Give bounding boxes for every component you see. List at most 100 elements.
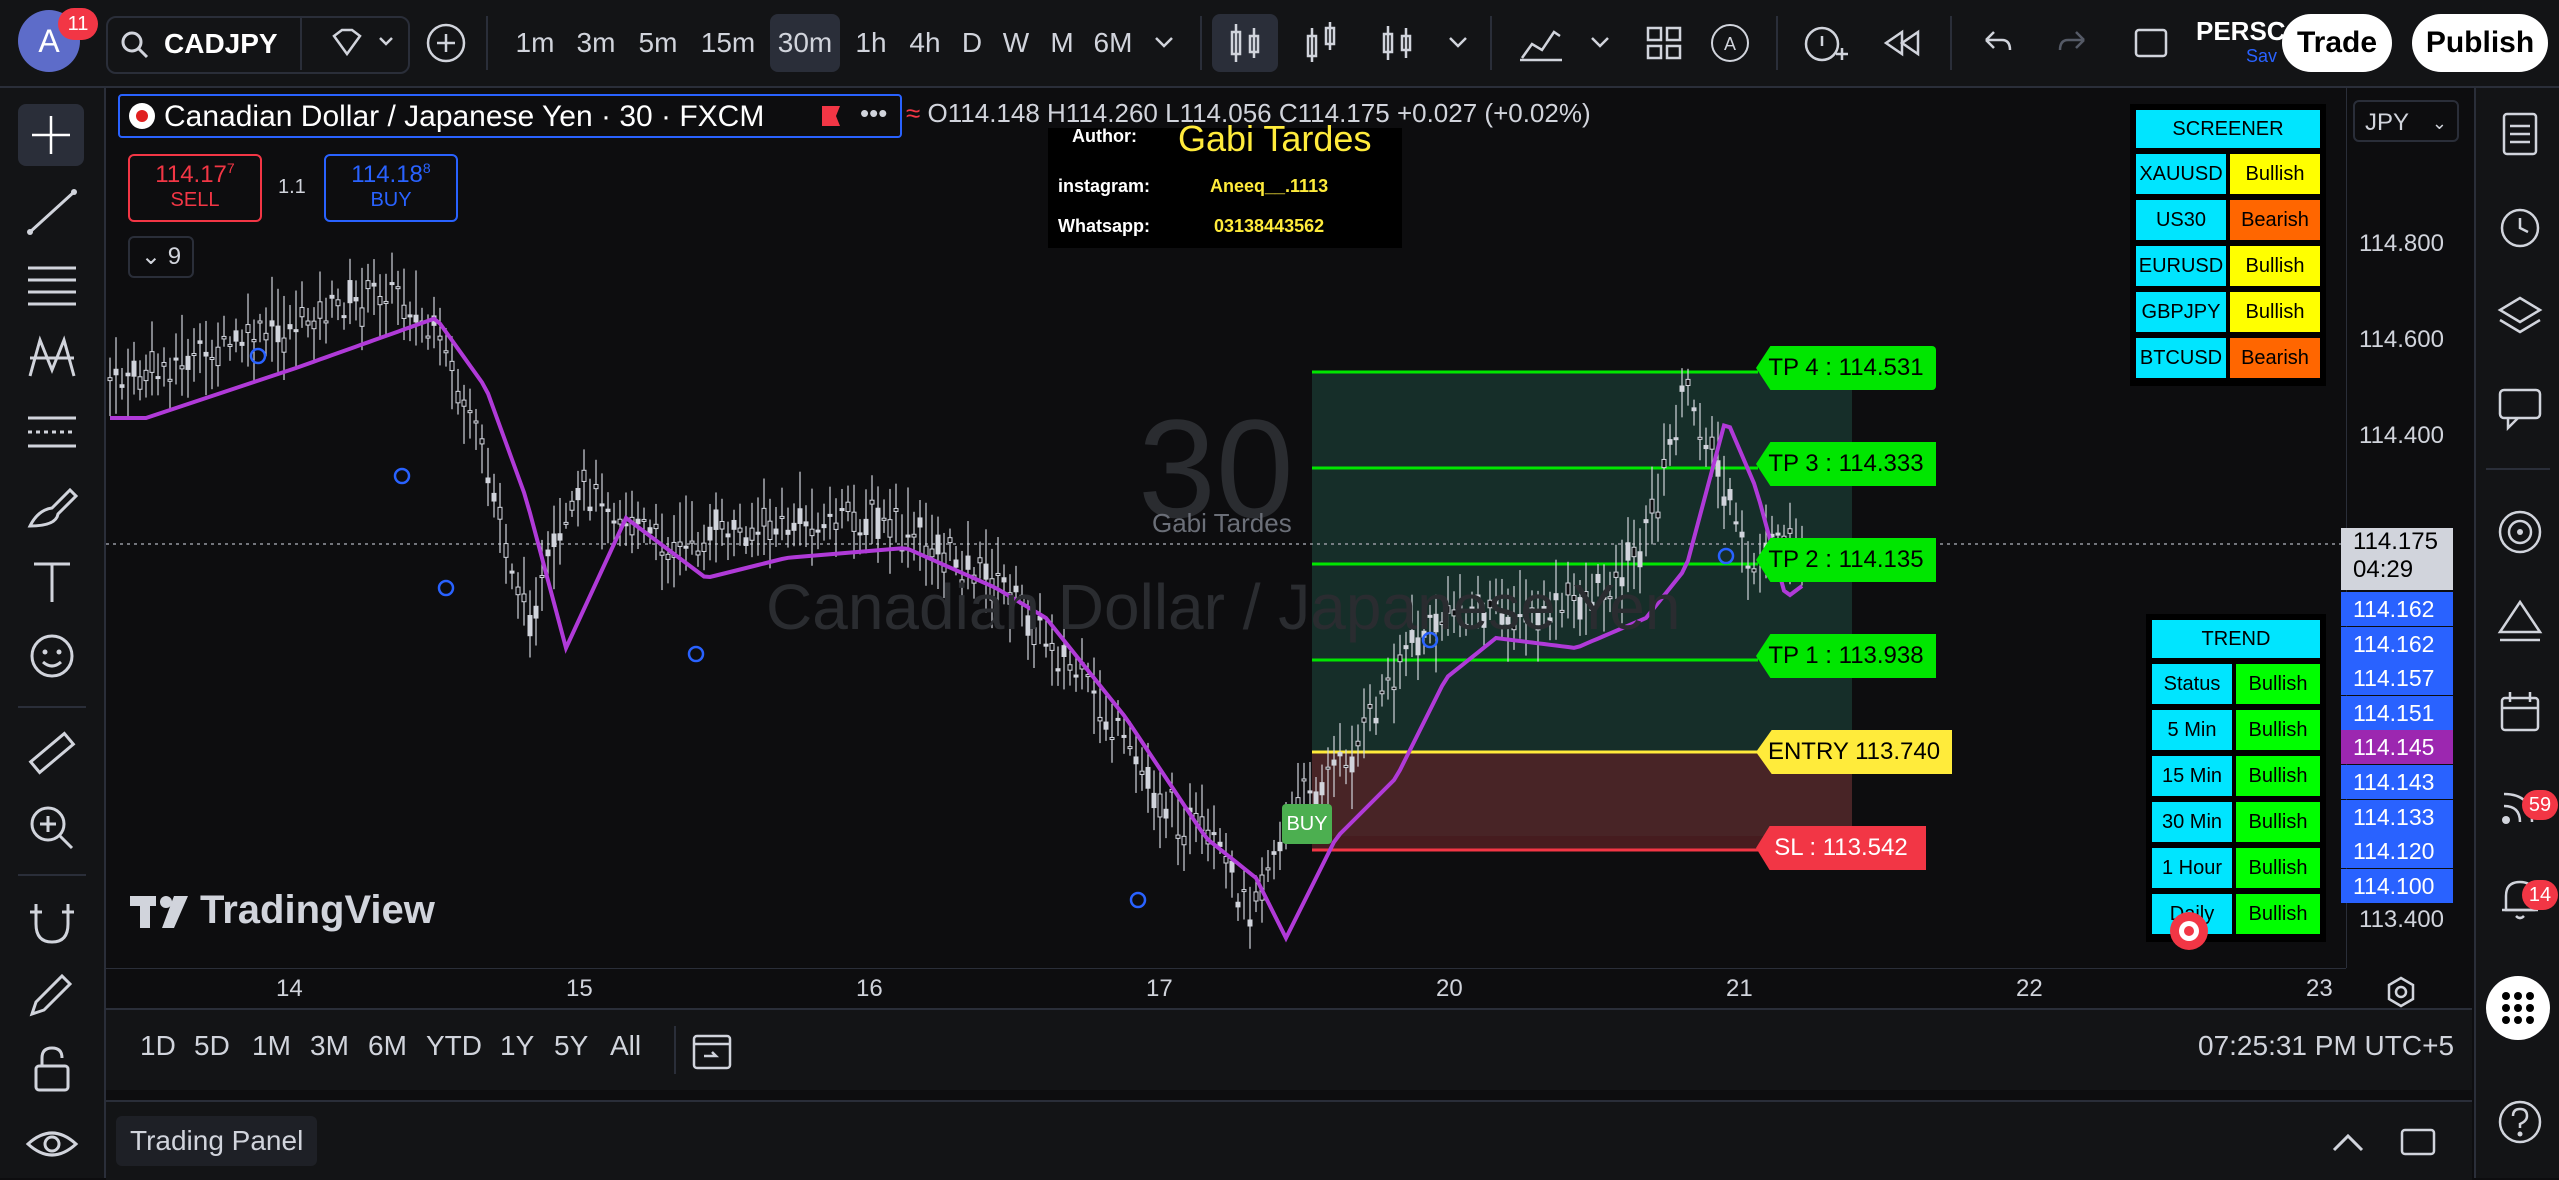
alert-add-button[interactable] bbox=[1796, 14, 1856, 72]
chart-type-button[interactable] bbox=[1212, 14, 1278, 72]
indicators-button[interactable] bbox=[1510, 14, 1570, 72]
grid-icon bbox=[1646, 26, 1682, 60]
apps-button[interactable] bbox=[2486, 976, 2550, 1040]
chart-type-dropdown[interactable] bbox=[1438, 14, 1478, 72]
trading-panel-tab[interactable]: Trading Panel bbox=[116, 1116, 318, 1166]
clock[interactable]: 07:25:31 PM UTC+5 bbox=[2198, 1030, 2454, 1062]
emoji-icon[interactable] bbox=[22, 628, 82, 684]
timeframe-3m[interactable]: 3m bbox=[568, 14, 624, 72]
range-1y[interactable]: 1Y bbox=[500, 1030, 534, 1062]
indicator-price-label: 114.151 bbox=[2341, 695, 2453, 730]
calendar-icon[interactable] bbox=[2496, 688, 2544, 736]
candle-body bbox=[1727, 489, 1733, 501]
maximize-panel-icon[interactable] bbox=[2396, 1122, 2440, 1162]
text-icon[interactable] bbox=[22, 554, 82, 610]
layers-icon[interactable] bbox=[2496, 292, 2544, 340]
pencil-lock-icon[interactable] bbox=[22, 968, 82, 1024]
fullscreen-button[interactable] bbox=[2124, 14, 2180, 72]
record-button[interactable] bbox=[2170, 912, 2208, 950]
pattern-icon[interactable] bbox=[22, 330, 82, 386]
currency-select[interactable]: JPY ⌄ bbox=[2353, 100, 2459, 142]
hollow-candles-button[interactable] bbox=[1370, 14, 1426, 72]
timeframe-w[interactable]: W bbox=[994, 14, 1038, 72]
range-5y[interactable]: 5Y bbox=[554, 1030, 588, 1062]
trend-signal: Bullish bbox=[2236, 802, 2320, 842]
range-6m[interactable]: 6M bbox=[368, 1030, 407, 1062]
ideas-icon[interactable] bbox=[2496, 596, 2544, 644]
range-all[interactable]: All bbox=[610, 1030, 641, 1062]
range-1d[interactable]: 1D bbox=[140, 1030, 176, 1062]
more-icon[interactable]: ••• bbox=[860, 98, 887, 129]
tp3-label: TP 3 : 114.333 bbox=[1756, 442, 1936, 486]
candle-body bbox=[1349, 756, 1355, 773]
candle-body bbox=[401, 304, 407, 319]
timeframe-5m[interactable]: 5m bbox=[630, 14, 686, 72]
add-symbol-button[interactable] bbox=[418, 14, 474, 72]
redo-button[interactable] bbox=[2046, 14, 2102, 72]
indicators-collapse-button[interactable]: ⌄ 9 bbox=[128, 236, 194, 278]
sell-button[interactable]: 114.177 SELL bbox=[128, 154, 262, 222]
buy-button[interactable]: 114.188 BUY bbox=[324, 154, 458, 222]
candle-body bbox=[1397, 654, 1403, 663]
candle-body bbox=[869, 499, 875, 505]
eye-icon[interactable] bbox=[22, 1116, 82, 1172]
chevron-up-icon[interactable] bbox=[2326, 1122, 2370, 1162]
price-axis[interactable]: JPY ⌄ 114.800 114.600 114.400 113.400 11… bbox=[2341, 88, 2473, 968]
timeframe-m[interactable]: M bbox=[1040, 14, 1084, 72]
chat-icon[interactable] bbox=[2496, 384, 2544, 432]
fib-icon[interactable] bbox=[22, 404, 82, 460]
alarm-clock-icon[interactable] bbox=[2496, 202, 2544, 250]
help-icon[interactable] bbox=[2496, 1098, 2544, 1146]
indicators-dropdown[interactable] bbox=[1580, 14, 1620, 72]
timeframe-1h[interactable]: 1h bbox=[846, 14, 896, 72]
timeframe-30m[interactable]: 30m bbox=[770, 14, 840, 72]
ruler-icon[interactable] bbox=[22, 724, 82, 780]
screener-signal: Bullish bbox=[2230, 292, 2320, 332]
lock-icon[interactable] bbox=[22, 1042, 82, 1098]
time-tick: 15 bbox=[566, 975, 593, 1002]
currency-label: JPY bbox=[2365, 109, 2410, 136]
chart-pane[interactable]: 30 Gabi Tardes Canadian Dollar / Japanes… bbox=[106, 88, 2472, 1008]
replay-button[interactable] bbox=[1872, 14, 1932, 72]
candle-body bbox=[1697, 436, 1703, 440]
layouts-button[interactable] bbox=[1636, 14, 1692, 72]
save-link[interactable]: Sav bbox=[2246, 46, 2277, 67]
layout-name[interactable]: PERSC bbox=[2196, 16, 2286, 47]
publish-button[interactable]: Publish bbox=[2412, 14, 2548, 72]
range-3m[interactable]: 3M bbox=[310, 1030, 349, 1062]
magnet-icon[interactable] bbox=[22, 894, 82, 950]
timeframe-6m[interactable]: 6M bbox=[1088, 14, 1138, 72]
horizontal-lines-icon[interactable] bbox=[22, 256, 82, 312]
compare-symbol-button[interactable] bbox=[312, 14, 408, 72]
brush-icon[interactable] bbox=[22, 480, 82, 536]
target-icon[interactable] bbox=[2496, 508, 2544, 556]
candle-body bbox=[875, 507, 881, 539]
goto-date-icon[interactable] bbox=[690, 1028, 736, 1074]
zoom-in-icon[interactable] bbox=[22, 798, 82, 854]
range-1m[interactable]: 1M bbox=[252, 1030, 291, 1062]
alerts-a-button[interactable]: A bbox=[1702, 14, 1758, 72]
settings-gear-icon[interactable] bbox=[2384, 975, 2418, 1009]
bars-type-button[interactable] bbox=[1292, 14, 1352, 72]
candle-body bbox=[1055, 668, 1061, 672]
trade-button[interactable]: Trade bbox=[2282, 14, 2392, 72]
symbol-legend[interactable]: Canadian Dollar / Japanese Yen · 30 · FX… bbox=[118, 94, 902, 138]
watchlist-icon[interactable] bbox=[2496, 110, 2544, 158]
undo-button[interactable] bbox=[1968, 14, 2024, 72]
timeframe-1m[interactable]: 1m bbox=[508, 14, 562, 72]
timeframe-4h[interactable]: 4h bbox=[900, 14, 950, 72]
candle-body bbox=[647, 527, 653, 534]
candle-body bbox=[113, 368, 119, 376]
flag-marker-icon[interactable] bbox=[818, 104, 844, 130]
timeframe-dropdown[interactable] bbox=[1142, 14, 1186, 72]
time-tick: 16 bbox=[856, 975, 883, 1002]
trendline-icon[interactable] bbox=[22, 184, 82, 240]
timeframe-15m[interactable]: 15m bbox=[692, 14, 764, 72]
candle-body bbox=[1175, 834, 1181, 839]
range-ytd[interactable]: YTD bbox=[426, 1030, 482, 1062]
candle-body bbox=[1721, 496, 1727, 506]
range-5d[interactable]: 5D bbox=[194, 1030, 230, 1062]
time-axis[interactable]: 14 15 16 17 20 21 22 23 bbox=[106, 968, 2415, 1009]
timeframe-d[interactable]: D bbox=[954, 14, 990, 72]
crosshair-tool[interactable] bbox=[18, 104, 84, 166]
